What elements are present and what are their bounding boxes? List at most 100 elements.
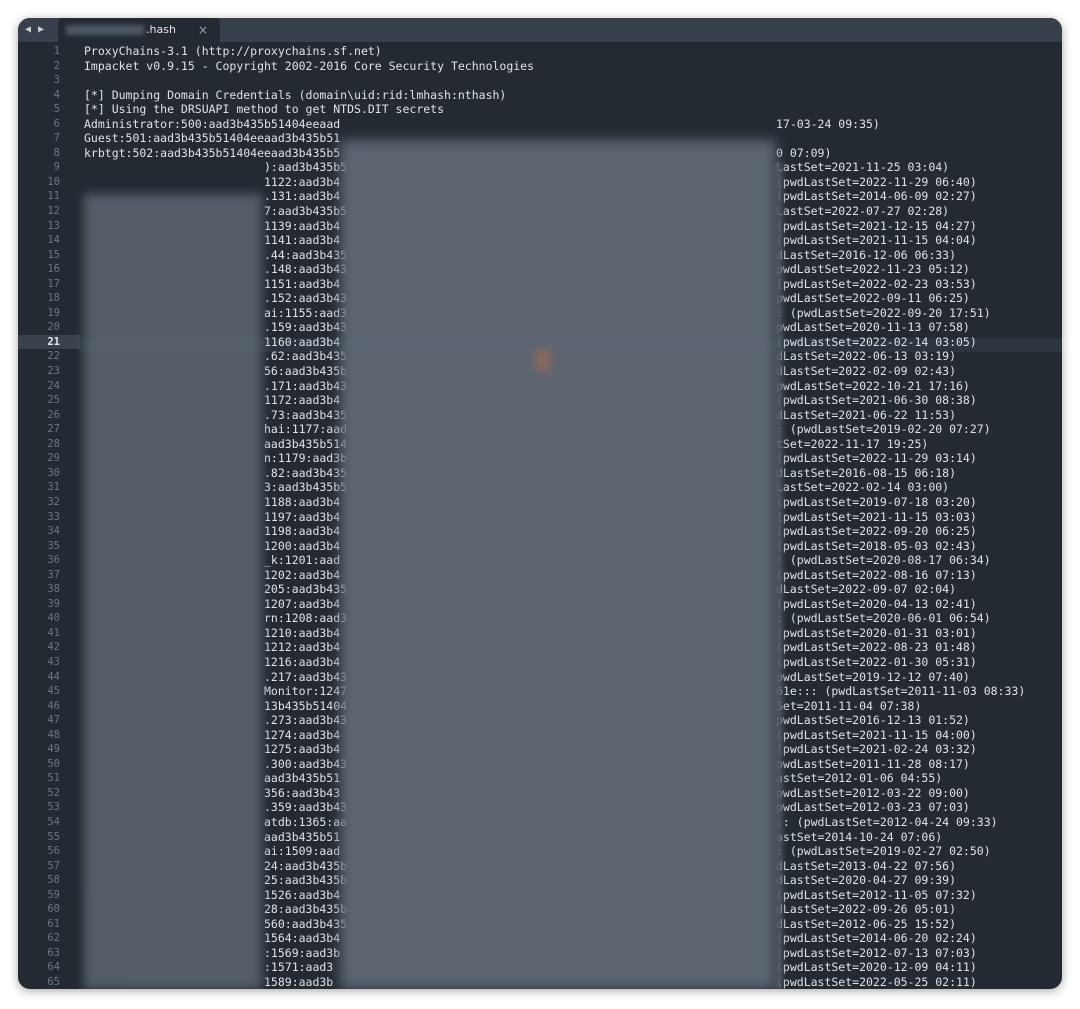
code-line-visible-start: .148:aad3b43	[264, 262, 348, 277]
code-line-text: [*] Dumping Domain Credentials (domain\u…	[84, 87, 507, 102]
line-number: 38	[47, 583, 60, 596]
code-line-text: krbtgt:502:aad3b435b51404eeaad3b435b5	[84, 145, 341, 160]
line-number: 51	[47, 772, 60, 785]
code-line-visible-end: (pwdLastSet=2022-02-14 03:05)	[776, 334, 977, 349]
code-line-visible-start: 13b435b51404	[264, 698, 348, 713]
file-tab[interactable]: .hash ×	[58, 18, 220, 42]
line-number: 59	[47, 888, 60, 901]
code-line-visible-end: pwdLastSet=2012-03-22 09:00)	[776, 785, 970, 800]
code-line-visible-end: pwdLastSet=2019-12-12 07:40)	[776, 669, 970, 684]
redacted-filename	[66, 25, 144, 35]
code-line-visible-end: pwdLastSet=2022-10-21 17:16)	[776, 378, 970, 393]
code-line-visible-start: n:1179:aad3b	[264, 451, 348, 466]
code-line-visible-start: atdb:1365:aa	[264, 814, 348, 829]
redaction-blur-center	[340, 140, 776, 989]
code-line-visible-end: : (pwdLastSet=2020-06-01 06:54)	[776, 611, 991, 626]
line-number: 15	[47, 248, 60, 261]
line-number-gutter: 1 2 3 4 5 6 7 8 9 10 11 12 13 14 15 16 17 18 19 20 21 22 23 24 2…	[18, 44, 80, 989]
line-number: 5	[53, 103, 60, 116]
line-number: 63	[47, 946, 60, 959]
code-line-visible-start: 1216:aad3b4	[264, 654, 341, 669]
line-number: 6	[53, 117, 60, 130]
code-line-visible-end: dLastSet=2022-09-07 02:04)	[776, 582, 957, 597]
close-tab-icon[interactable]: ×	[198, 18, 208, 42]
line-number: 62	[47, 932, 60, 945]
code-line-visible-start: 1141:aad3b4	[264, 233, 341, 248]
code-line-visible-end: dLastSet=2013-04-22 07:56)	[776, 858, 957, 873]
line-number: 65	[47, 976, 60, 988]
code-line-visible-start: 1212:aad3b4	[264, 640, 341, 655]
line-number: 42	[47, 641, 60, 654]
line-number: 37	[47, 568, 60, 581]
code-line-visible-start: .152:aad3b43	[264, 291, 348, 306]
text-editor[interactable]: 1 2 3 4 5 6 7 8 9 10 11 12 13 14 15 16 17 18 19 20 21 22 23 24 2…	[18, 42, 1062, 989]
line-number: 31	[47, 481, 60, 494]
code-line-visible-end: (pwdLastSet=2022-02-23 03:53)	[776, 276, 977, 291]
line-number: 45	[47, 685, 60, 698]
line-number: 36	[47, 554, 60, 567]
code-line-visible-start: rn:1208:aad3	[264, 611, 348, 626]
code-line-visible-end: pwdLastSet=2016-12-13 01:52)	[776, 713, 970, 728]
line-number: 33	[47, 510, 60, 523]
code-line-visible-start: .359:aad3b43	[264, 800, 348, 815]
code-line-visible-start: ):aad3b435b5	[264, 160, 348, 175]
redaction-blur-left	[84, 194, 262, 989]
code-line-visible-start: 24:aad3b435b	[264, 858, 348, 873]
code-line-text: Administrator:500:aad3b435b51404eeaad	[84, 116, 341, 131]
code-line-visible-end: (pwdLastSet=2021-11-15 04:04)	[776, 233, 977, 248]
code-line-visible-end: (pwdLastSet=2021-11-15 03:03)	[776, 509, 977, 524]
code-line-visible-end: dLastSet=2022-09-26 05:01)	[776, 902, 957, 917]
line-number: 17	[47, 277, 60, 290]
code-line: Administrator:500:aad3b435b51404eeaad 17-…	[84, 117, 1062, 132]
line-number: 20	[47, 321, 60, 334]
code-line-visible-end: LastSet=2022-02-14 03:00)	[776, 480, 950, 495]
code-line-tail: 0 07:09)	[776, 145, 832, 160]
code-line-visible-end: pwdLastSet=2022-09-11 06:25)	[776, 291, 970, 306]
line-number: 60	[47, 903, 60, 916]
nav-forward-icon[interactable]: ▶	[36, 22, 46, 38]
code-line-visible-end: (pwdLastSet=2022-09-20 06:25)	[776, 524, 977, 539]
line-number: 18	[47, 292, 60, 305]
line-number: 7	[53, 132, 60, 145]
code-line-visible-start: 1197:aad3b4	[264, 509, 341, 524]
line-number: 29	[47, 452, 60, 465]
code-line-visible-end: dLastSet=2016-12-06 06:33)	[776, 247, 957, 262]
code-line-visible-end: astSet=2014-10-24 07:06)	[776, 829, 943, 844]
line-number: 64	[47, 961, 60, 974]
code-line-visible-end: (pwdLastSet=2021-02-24 03:32)	[776, 742, 977, 757]
line-number: 53	[47, 801, 60, 814]
line-number: 22	[47, 350, 60, 363]
code-line-visible-start: 25:aad3b435b	[264, 873, 348, 888]
code-line: [*] Using the DRSUAPI method to get NTDS…	[84, 102, 1062, 117]
line-number: 57	[47, 859, 60, 872]
line-number: 26	[47, 408, 60, 421]
code-line-visible-end: : (pwdLastSet=2019-02-20 07:27)	[776, 422, 991, 437]
code-line-visible-start: .300:aad3b43	[264, 756, 348, 771]
code-line-text: Guest:501:aad3b435b51404eeaad3b435b51	[84, 131, 341, 146]
code-line-visible-start: 1151:aad3b4	[264, 276, 341, 291]
line-number: 40	[47, 612, 60, 625]
tab-bar: ◀ ▶ .hash ×	[18, 18, 1062, 42]
code-line-visible-start: ai:1509:aad	[264, 844, 341, 859]
code-line-visible-start: 1207:aad3b4	[264, 596, 341, 611]
code-line-visible-start: 1160:aad3b4	[264, 334, 341, 349]
code-line-visible-end: (pwdLastSet=2019-07-18 03:20)	[776, 494, 977, 509]
line-number: 56	[47, 845, 60, 858]
line-number: 9	[53, 161, 60, 174]
nav-back-icon[interactable]: ◀	[23, 22, 33, 38]
line-number: 46	[47, 699, 60, 712]
code-line-visible-end: (pwdLastSet=2018-05-03 02:43)	[776, 538, 977, 553]
code-line-visible-start: 356:aad3b43	[264, 785, 341, 800]
line-number: 61	[47, 917, 60, 930]
code-line-visible-start: .273:aad3b43	[264, 713, 348, 728]
code-line-tail: 17-03-24 09:35)	[776, 116, 880, 131]
code-line-visible-end: Set=2011-11-04 07:38)	[776, 698, 922, 713]
tab-navigation: ◀ ▶	[23, 22, 46, 38]
line-number: 48	[47, 728, 60, 741]
code-line-visible-start: 1172:aad3b4	[264, 393, 341, 408]
code-line-visible-start: aad3b435b514	[264, 436, 348, 451]
code-line-visible-start: .62:aad3b435	[264, 349, 348, 364]
code-line-visible-start: 7:aad3b435b5	[264, 204, 348, 219]
line-number: 55	[47, 830, 60, 843]
code-line-visible-end: astSet=2012-01-06 04:55)	[776, 771, 943, 786]
